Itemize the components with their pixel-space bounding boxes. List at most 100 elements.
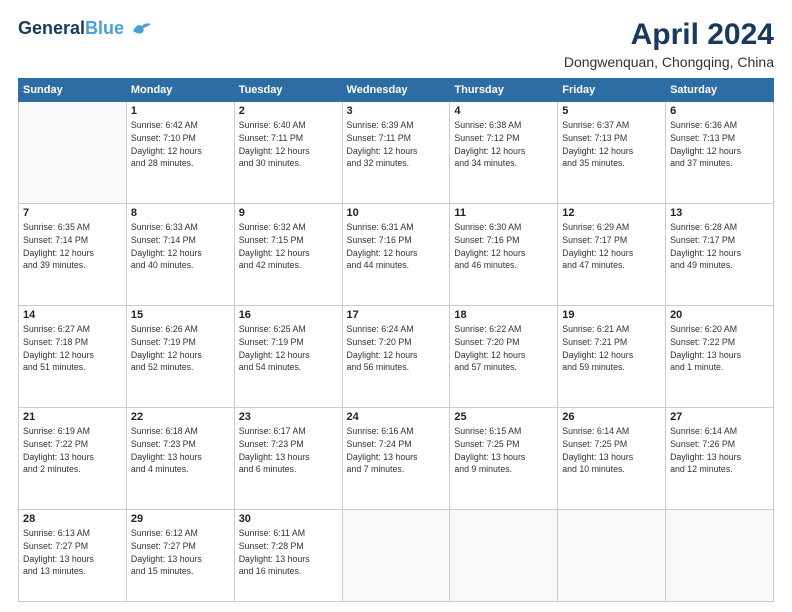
day-number: 17 (347, 309, 446, 321)
table-cell: 17 Sunrise: 6:24 AMSunset: 7:20 PMDayligh… (342, 306, 450, 408)
day-info: Sunrise: 6:31 AMSunset: 7:16 PMDaylight:… (347, 221, 446, 272)
day-info: Sunrise: 6:33 AMSunset: 7:14 PMDaylight:… (131, 221, 230, 272)
day-info: Sunrise: 6:11 AMSunset: 7:28 PMDaylight:… (239, 527, 338, 578)
table-cell: 21Sunrise: 6:19 AMSunset: 7:22 PMDayligh… (19, 408, 127, 510)
table-cell: 12Sunrise: 6:29 AMSunset: 7:17 PMDayligh… (558, 204, 666, 306)
table-cell: 3 Sunrise: 6:39 AMSunset: 7:11 PMDaylight… (342, 102, 450, 204)
day-number: 14 (23, 309, 122, 321)
day-info: Sunrise: 6:18 AMSunset: 7:23 PMDaylight:… (131, 425, 230, 476)
day-info: Sunrise: 6:25 AMSunset: 7:19 PMDaylight:… (239, 323, 338, 374)
day-number: 3 (347, 105, 446, 117)
table-cell: 11 Sunrise: 6:30 AMSunset: 7:16 PMDayligh… (450, 204, 558, 306)
day-info: Sunrise: 6:26 AMSunset: 7:19 PMDaylight:… (131, 323, 230, 374)
col-sunday: Sunday (19, 79, 127, 102)
calendar: Sunday Monday Tuesday Wednesday Thursday… (18, 78, 774, 602)
table-cell: 10 Sunrise: 6:31 AMSunset: 7:16 PMDayligh… (342, 204, 450, 306)
day-number: 24 (347, 411, 446, 423)
table-cell: 23Sunrise: 6:17 AMSunset: 7:23 PMDayligh… (234, 408, 342, 510)
table-cell (666, 510, 774, 602)
day-number: 6 (670, 105, 769, 117)
table-cell: 18Sunrise: 6:22 AMSunset: 7:20 PMDayligh… (450, 306, 558, 408)
day-number: 29 (131, 513, 230, 525)
table-cell: 28Sunrise: 6:13 AMSunset: 7:27 PMDayligh… (19, 510, 127, 602)
day-info: Sunrise: 6:14 AMSunset: 7:25 PMDaylight:… (562, 425, 661, 476)
col-saturday: Saturday (666, 79, 774, 102)
day-number: 9 (239, 207, 338, 219)
day-info: Sunrise: 6:38 AMSunset: 7:12 PMDaylight:… (454, 119, 553, 170)
day-info: Sunrise: 6:37 AMSunset: 7:13 PMDaylight:… (562, 119, 661, 170)
col-tuesday: Tuesday (234, 79, 342, 102)
logo-text: GeneralBlue (18, 18, 153, 39)
title-section: April 2024 Dongwenquan, Chongqing, China (564, 18, 774, 70)
table-cell (342, 510, 450, 602)
calendar-header-row: Sunday Monday Tuesday Wednesday Thursday… (19, 79, 774, 102)
day-info: Sunrise: 6:35 AMSunset: 7:14 PMDaylight:… (23, 221, 122, 272)
logo-bird-icon (131, 21, 153, 37)
table-cell (19, 102, 127, 204)
day-info: Sunrise: 6:20 AMSunset: 7:22 PMDaylight:… (670, 323, 769, 374)
header: GeneralBlue April 2024 Dongwenquan, Chon… (18, 18, 774, 70)
table-cell: 13 Sunrise: 6:28 AMSunset: 7:17 PMDayligh… (666, 204, 774, 306)
table-cell: 7Sunrise: 6:35 AMSunset: 7:14 PMDaylight… (19, 204, 127, 306)
day-info: Sunrise: 6:27 AMSunset: 7:18 PMDaylight:… (23, 323, 122, 374)
table-cell: 5 Sunrise: 6:37 AMSunset: 7:13 PMDaylight… (558, 102, 666, 204)
col-monday: Monday (126, 79, 234, 102)
day-info: Sunrise: 6:13 AMSunset: 7:27 PMDaylight:… (23, 527, 122, 578)
table-cell: 8 Sunrise: 6:33 AMSunset: 7:14 PMDaylight… (126, 204, 234, 306)
table-cell: 19 Sunrise: 6:21 AMSunset: 7:21 PMDayligh… (558, 306, 666, 408)
col-friday: Friday (558, 79, 666, 102)
day-number: 20 (670, 309, 769, 321)
day-number: 1 (131, 105, 230, 117)
table-cell: 25 Sunrise: 6:15 AMSunset: 7:25 PMDayligh… (450, 408, 558, 510)
table-cell: 9 Sunrise: 6:32 AMSunset: 7:15 PMDaylight… (234, 204, 342, 306)
day-info: Sunrise: 6:39 AMSunset: 7:11 PMDaylight:… (347, 119, 446, 170)
table-cell: 16 Sunrise: 6:25 AMSunset: 7:19 PMDayligh… (234, 306, 342, 408)
table-cell: 4 Sunrise: 6:38 AMSunset: 7:12 PMDaylight… (450, 102, 558, 204)
day-number: 26 (562, 411, 661, 423)
table-cell: 2 Sunrise: 6:40 AMSunset: 7:11 PMDaylight… (234, 102, 342, 204)
day-info: Sunrise: 6:24 AMSunset: 7:20 PMDaylight:… (347, 323, 446, 374)
day-number: 13 (670, 207, 769, 219)
day-number: 25 (454, 411, 553, 423)
day-number: 2 (239, 105, 338, 117)
day-info: Sunrise: 6:40 AMSunset: 7:11 PMDaylight:… (239, 119, 338, 170)
table-cell: 30 Sunrise: 6:11 AMSunset: 7:28 PMDayligh… (234, 510, 342, 602)
day-info: Sunrise: 6:42 AMSunset: 7:10 PMDaylight:… (131, 119, 230, 170)
day-info: Sunrise: 6:16 AMSunset: 7:24 PMDaylight:… (347, 425, 446, 476)
day-number: 16 (239, 309, 338, 321)
day-number: 22 (131, 411, 230, 423)
day-info: Sunrise: 6:32 AMSunset: 7:15 PMDaylight:… (239, 221, 338, 272)
day-number: 21 (23, 411, 122, 423)
day-number: 23 (239, 411, 338, 423)
day-number: 19 (562, 309, 661, 321)
table-cell: 27Sunrise: 6:14 AMSunset: 7:26 PMDayligh… (666, 408, 774, 510)
table-cell: 24 Sunrise: 6:16 AMSunset: 7:24 PMDayligh… (342, 408, 450, 510)
table-cell (558, 510, 666, 602)
day-info: Sunrise: 6:21 AMSunset: 7:21 PMDaylight:… (562, 323, 661, 374)
logo: GeneralBlue (18, 18, 153, 39)
day-number: 8 (131, 207, 230, 219)
table-cell: 14 Sunrise: 6:27 AMSunset: 7:18 PMDayligh… (19, 306, 127, 408)
table-cell: 22 Sunrise: 6:18 AMSunset: 7:23 PMDayligh… (126, 408, 234, 510)
table-cell (450, 510, 558, 602)
day-number: 4 (454, 105, 553, 117)
col-wednesday: Wednesday (342, 79, 450, 102)
day-number: 11 (454, 207, 553, 219)
day-info: Sunrise: 6:28 AMSunset: 7:17 PMDaylight:… (670, 221, 769, 272)
month-year: April 2024 (564, 18, 774, 52)
day-info: Sunrise: 6:36 AMSunset: 7:13 PMDaylight:… (670, 119, 769, 170)
day-number: 27 (670, 411, 769, 423)
table-cell: 20 Sunrise: 6:20 AMSunset: 7:22 PMDayligh… (666, 306, 774, 408)
table-cell: 6 Sunrise: 6:36 AMSunset: 7:13 PMDaylight… (666, 102, 774, 204)
day-info: Sunrise: 6:30 AMSunset: 7:16 PMDaylight:… (454, 221, 553, 272)
location: Dongwenquan, Chongqing, China (564, 54, 774, 70)
page: GeneralBlue April 2024 Dongwenquan, Chon… (0, 0, 792, 612)
table-cell: 15 Sunrise: 6:26 AMSunset: 7:19 PMDayligh… (126, 306, 234, 408)
day-number: 15 (131, 309, 230, 321)
day-number: 5 (562, 105, 661, 117)
day-number: 10 (347, 207, 446, 219)
table-cell: 29Sunrise: 6:12 AMSunset: 7:27 PMDayligh… (126, 510, 234, 602)
day-number: 18 (454, 309, 553, 321)
day-info: Sunrise: 6:15 AMSunset: 7:25 PMDaylight:… (454, 425, 553, 476)
day-number: 30 (239, 513, 338, 525)
